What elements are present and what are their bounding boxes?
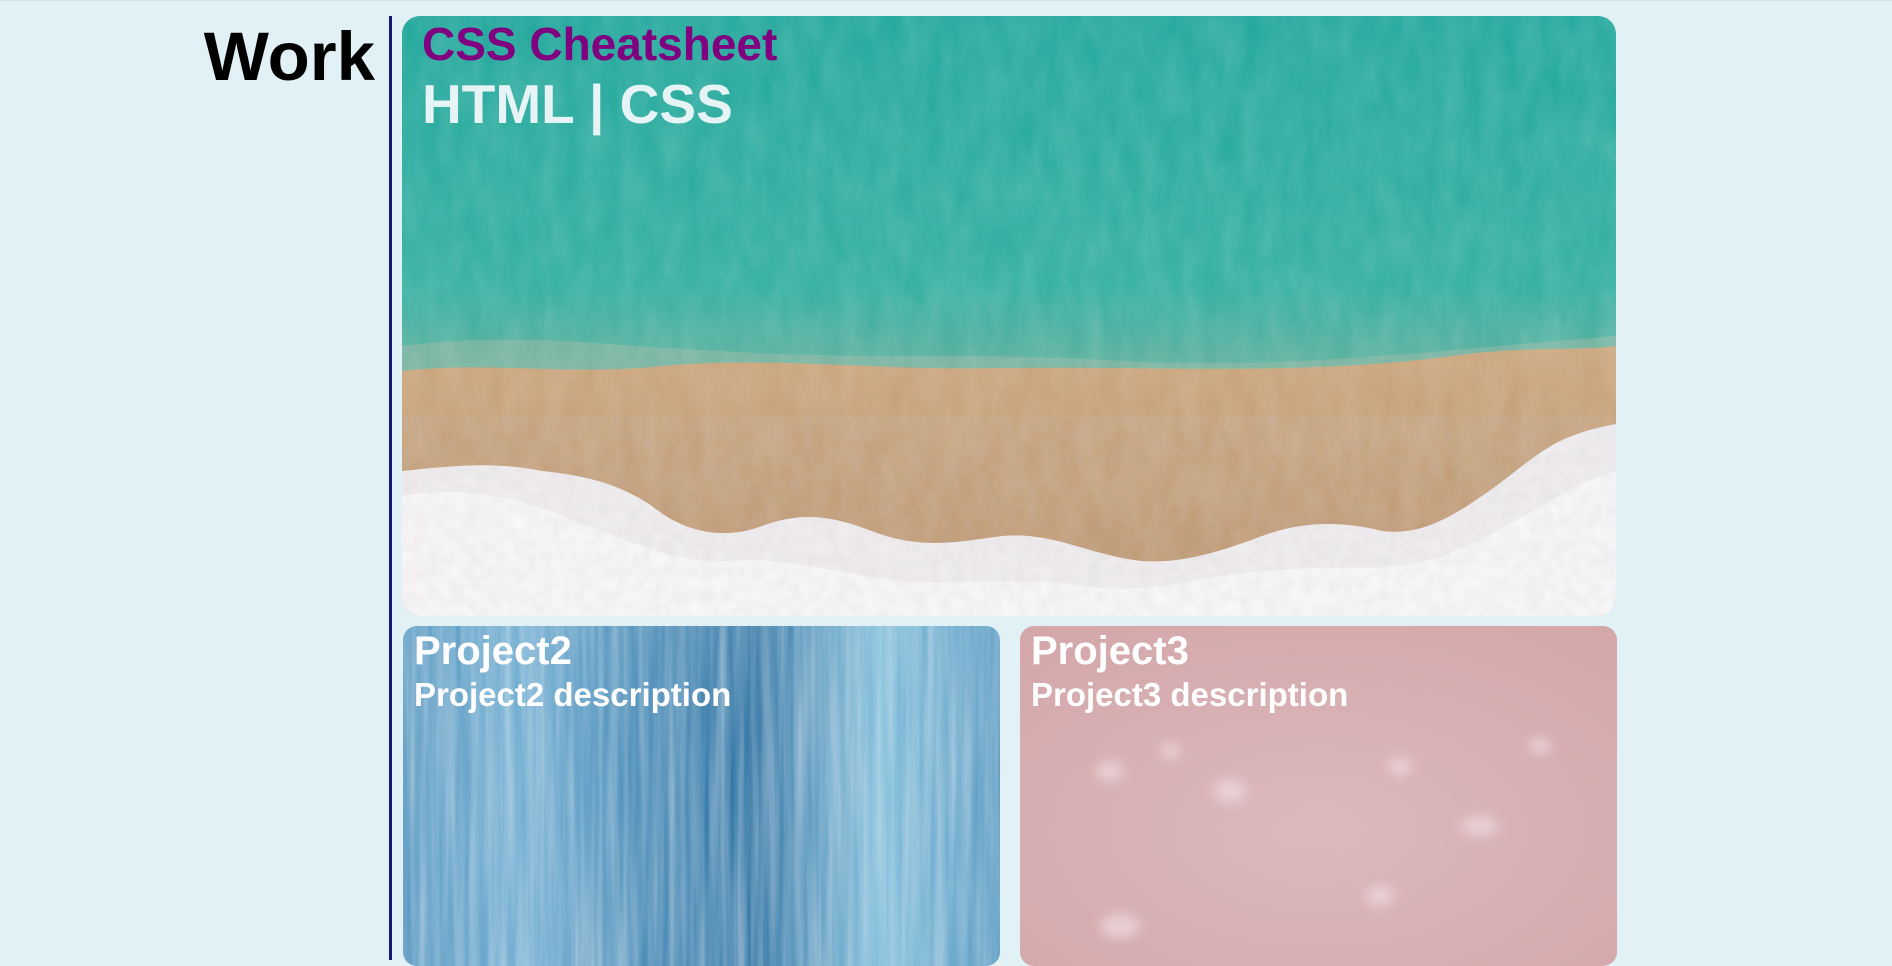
section-heading-work: Work	[203, 18, 375, 95]
project3-description: Project3 description	[1031, 676, 1349, 713]
project2-title: Project2	[414, 629, 572, 673]
vertical-divider	[389, 16, 392, 960]
featured-project-tags: HTML | CSS	[422, 73, 733, 135]
project3-card[interactable]: Project3 Project3 description	[1020, 626, 1617, 966]
project3-title: Project3	[1031, 629, 1189, 673]
project2-description: Project2 description	[414, 676, 732, 713]
project2-card[interactable]: Project2 Project2 description	[403, 626, 1000, 966]
featured-project-card[interactable]: CSS Cheatsheet HTML | CSS	[402, 16, 1616, 616]
top-border	[0, 0, 1892, 1]
featured-project-title: CSS Cheatsheet	[422, 18, 778, 70]
